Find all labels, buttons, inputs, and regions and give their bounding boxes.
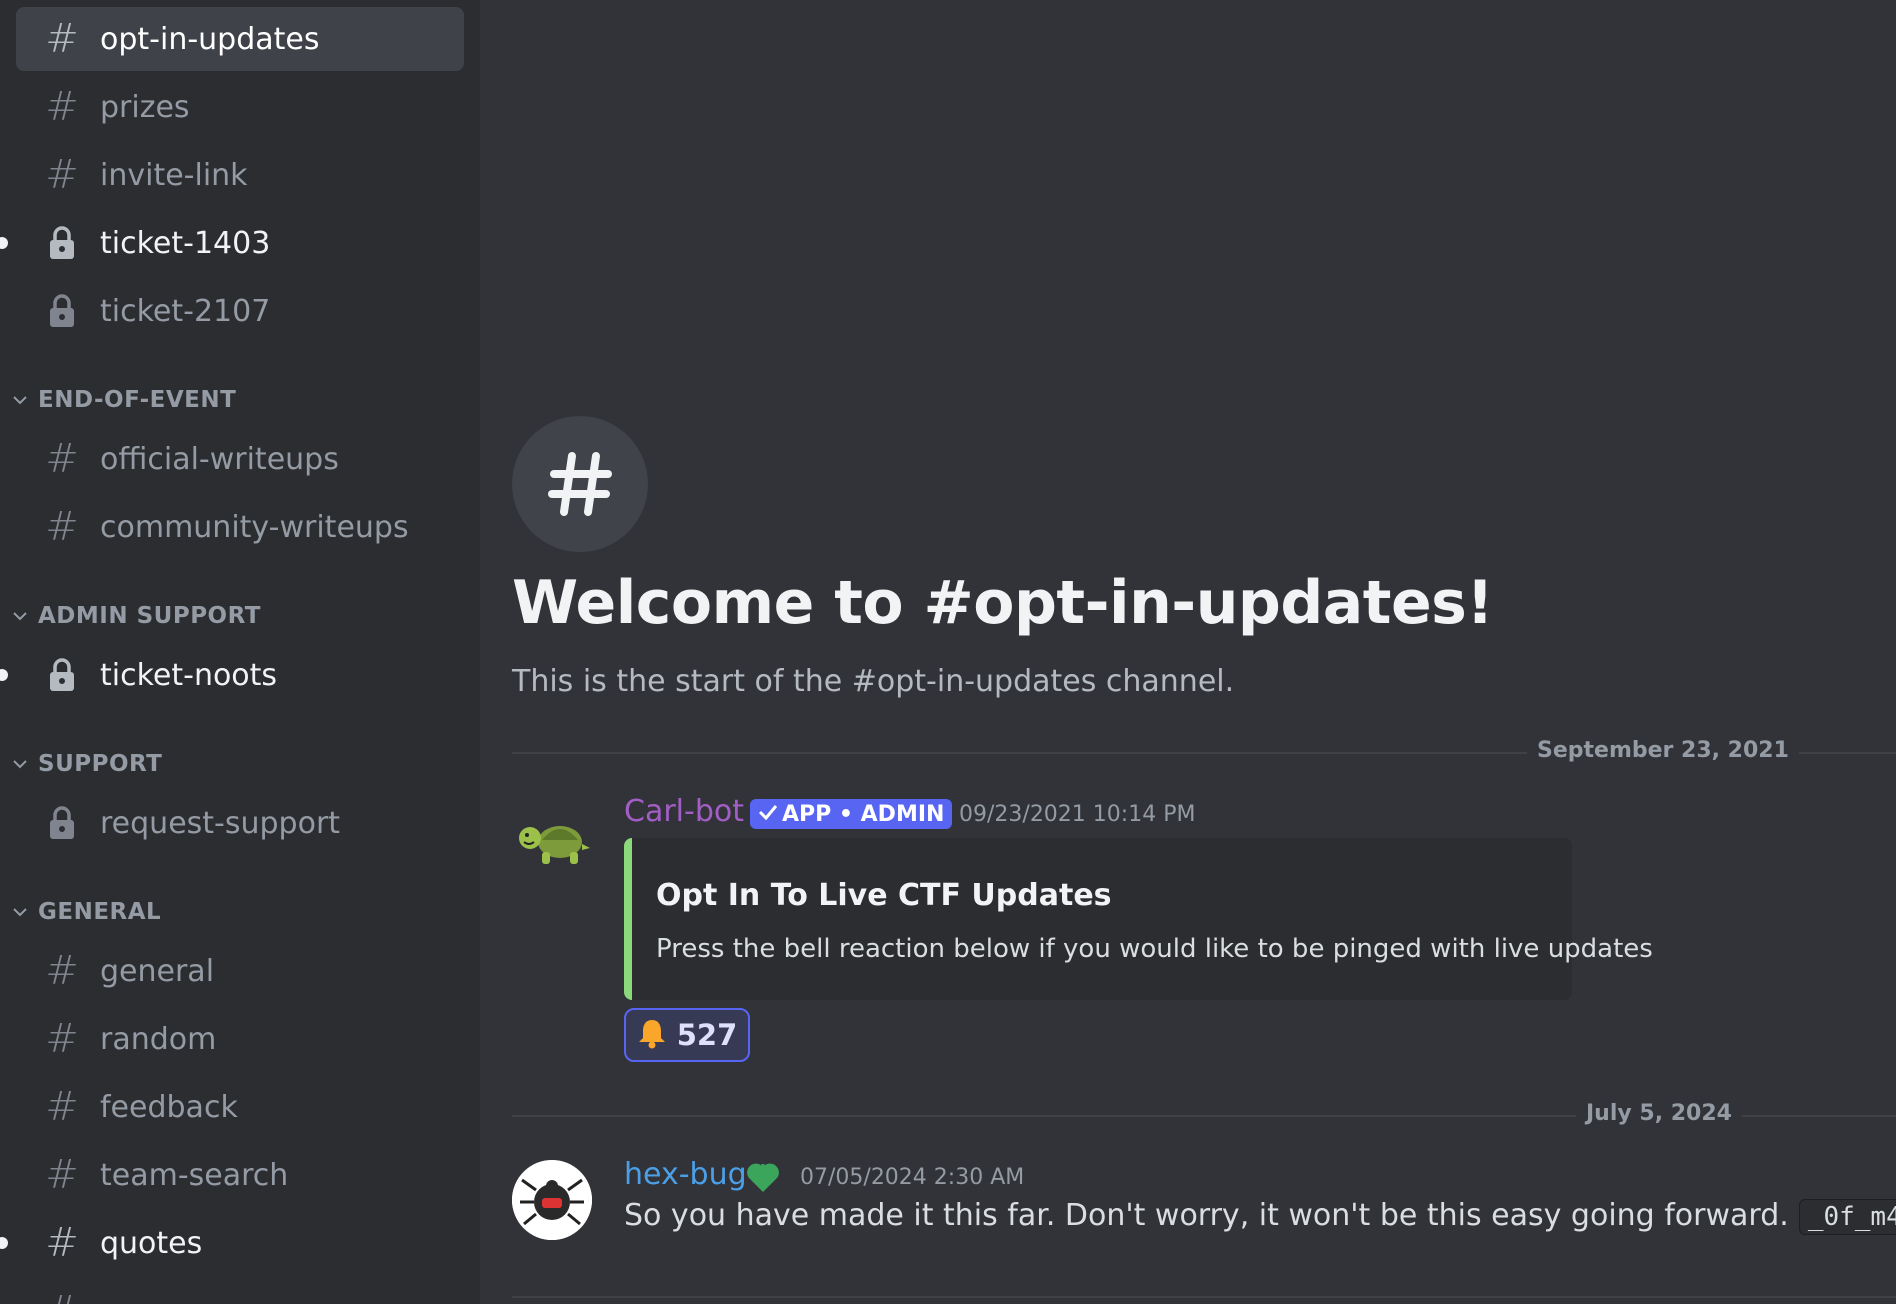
hash-icon: # bbox=[45, 948, 79, 994]
channel-label: team-search bbox=[100, 1157, 289, 1193]
message-embed: Opt In To Live CTF Updates Press the bel… bbox=[624, 838, 1653, 1000]
embed-description: Press the bell reaction below if you wou… bbox=[656, 934, 1653, 964]
hash-icon: # bbox=[45, 1220, 79, 1266]
channel-label: ticket-2107 bbox=[100, 293, 271, 329]
channel-label: official-writeups bbox=[100, 441, 339, 477]
chevron-down-icon bbox=[8, 758, 32, 770]
channel-ticket-noots[interactable]: ticket-noots bbox=[16, 643, 464, 707]
channel-label: random bbox=[100, 1021, 217, 1057]
channel-label: request-support bbox=[100, 805, 341, 841]
heart-role-icon bbox=[744, 1158, 782, 1200]
channel-opt-in-updates[interactable]: # opt-in-updates bbox=[16, 7, 464, 71]
lock-icon bbox=[34, 294, 90, 328]
turtle-avatar-icon[interactable] bbox=[512, 800, 592, 880]
hash-icon: # bbox=[45, 1084, 79, 1130]
welcome-subtitle: This is the start of the #opt-in-updates… bbox=[512, 664, 1235, 699]
author-name[interactable]: hex-bug bbox=[624, 1157, 747, 1192]
channel-random[interactable]: # random bbox=[16, 1007, 464, 1071]
hash-icon: # bbox=[45, 152, 79, 198]
badge-label: APP • ADMIN bbox=[782, 801, 945, 827]
channel-sidebar: # opt-in-updates # prizes # invite-link … bbox=[0, 0, 480, 1304]
channel-label: feedback bbox=[100, 1089, 238, 1125]
channel-label: community-writeups bbox=[100, 509, 409, 545]
hash-icon: # bbox=[34, 1291, 90, 1304]
message-timestamp: 07/05/2024 2:30 AM bbox=[800, 1165, 1025, 1190]
message-divider bbox=[512, 1296, 1896, 1298]
lock-icon bbox=[34, 226, 90, 260]
message-text: So you have made it this far. Don't worr… bbox=[624, 1198, 1896, 1235]
inline-code: _0f_m4ny} bbox=[1798, 1199, 1896, 1235]
channel-ticket-1403[interactable]: ticket-1403 bbox=[16, 211, 464, 275]
hash-icon: # bbox=[45, 1152, 79, 1198]
category-label: ADMIN SUPPORT bbox=[38, 603, 261, 629]
channel-label: general bbox=[100, 953, 215, 989]
chevron-down-icon bbox=[8, 906, 32, 918]
hash-icon: # bbox=[45, 504, 79, 550]
app-admin-badge: APP • ADMIN bbox=[750, 799, 953, 829]
checkmark-icon bbox=[758, 802, 778, 827]
date-divider-label: July 5, 2024 bbox=[1576, 1101, 1742, 1126]
category-label: END-OF-EVENT bbox=[38, 387, 237, 413]
category-label: SUPPORT bbox=[38, 751, 163, 777]
reaction-count: 527 bbox=[676, 1018, 738, 1052]
channel-general[interactable]: # general bbox=[16, 939, 464, 1003]
chevron-down-icon bbox=[8, 394, 32, 406]
channel-prizes[interactable]: # prizes bbox=[16, 75, 464, 139]
unread-indicator bbox=[0, 1237, 8, 1249]
channel-ticket-2107[interactable]: ticket-2107 bbox=[16, 279, 464, 343]
chevron-down-icon bbox=[8, 610, 32, 622]
channel-quotes[interactable]: # quotes bbox=[16, 1211, 464, 1275]
channel-official-writeups[interactable]: # official-writeups bbox=[16, 427, 464, 491]
channel-feedback[interactable]: # feedback bbox=[16, 1075, 464, 1139]
unread-indicator bbox=[0, 669, 8, 681]
message-timestamp: 09/23/2021 10:14 PM bbox=[959, 802, 1196, 827]
category-support[interactable]: SUPPORT bbox=[8, 751, 162, 777]
chat-area: Welcome to #opt-in-updates! This is the … bbox=[480, 0, 1896, 1304]
channel-label: ticket-noots bbox=[100, 657, 278, 693]
channel-label: quotes bbox=[100, 1225, 203, 1261]
unread-indicator bbox=[0, 237, 8, 249]
bell-reaction-button[interactable]: 527 bbox=[624, 1008, 750, 1062]
category-admin-support[interactable]: ADMIN SUPPORT bbox=[8, 603, 261, 629]
hash-icon: # bbox=[45, 1016, 79, 1062]
hash-icon: # bbox=[45, 436, 79, 482]
embed-title: Opt In To Live CTF Updates bbox=[656, 878, 1112, 913]
welcome-title: Welcome to #opt-in-updates! bbox=[512, 568, 1494, 638]
channel-label: opt-in-updates bbox=[100, 21, 320, 57]
channel-team-search[interactable]: # team-search bbox=[16, 1143, 464, 1207]
channel-request-support[interactable]: request-support bbox=[16, 791, 464, 855]
hash-icon: # bbox=[45, 84, 79, 130]
author-name[interactable]: Carl-bot bbox=[624, 794, 744, 829]
category-general[interactable]: GENERAL bbox=[8, 899, 161, 925]
hash-icon: # bbox=[45, 16, 79, 62]
channel-label: invite-link bbox=[100, 157, 248, 193]
channel-community-writeups[interactable]: # community-writeups bbox=[16, 495, 464, 559]
bug-avatar-icon[interactable] bbox=[512, 1160, 592, 1240]
channel-hash-icon bbox=[512, 416, 648, 552]
channel-label: prizes bbox=[100, 89, 190, 125]
channel-invite-link[interactable]: # invite-link bbox=[16, 143, 464, 207]
channel-label: ticket-1403 bbox=[100, 225, 271, 261]
category-label: GENERAL bbox=[38, 899, 162, 925]
bell-icon bbox=[637, 1017, 667, 1053]
message-body: So you have made it this far. Don't worr… bbox=[624, 1198, 1789, 1233]
date-divider-label: September 23, 2021 bbox=[1527, 738, 1799, 763]
lock-icon bbox=[34, 658, 90, 692]
lock-icon bbox=[34, 806, 90, 840]
channel-partially-hidden[interactable]: # bbox=[16, 1279, 464, 1304]
category-end-of-event[interactable]: END-OF-EVENT bbox=[8, 387, 236, 413]
